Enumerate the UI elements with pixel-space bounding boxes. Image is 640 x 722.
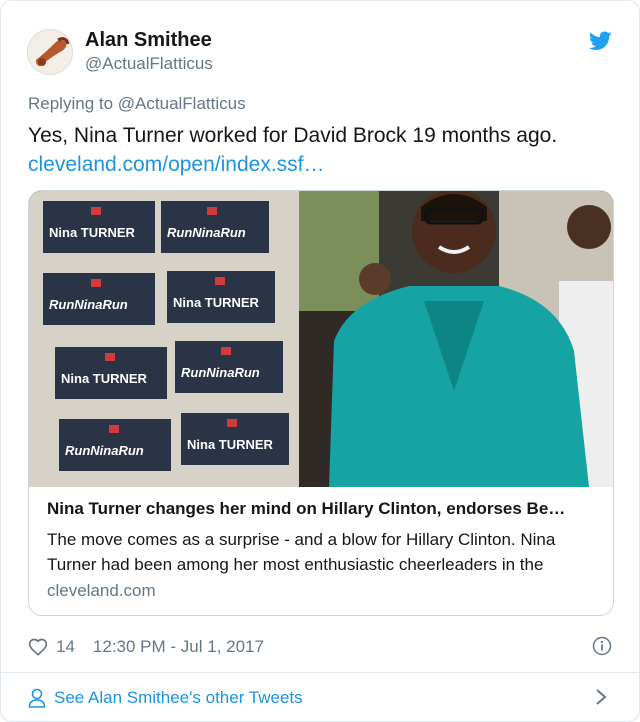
link-preview-card[interactable]: Nina TURNER RunNinaRun RunNinaRun Nina T… [28,190,614,616]
sign-text-7: RunNinaRun [65,443,144,458]
avatar-image [28,30,72,74]
tweet-meta: 14 12:30 PM - Jul 1, 2017 [28,634,264,660]
sign-text-8: Nina TURNER [187,437,274,452]
chevron-right-icon[interactable] [595,688,607,706]
timestamp-link[interactable]: 12:30 PM - Jul 1, 2017 [93,637,264,657]
person-icon [28,688,46,708]
heart-icon[interactable] [28,637,48,657]
tweet-url-link[interactable]: cleveland.com/open/index.ssf… [28,151,325,179]
sign-text-5: Nina TURNER [61,371,148,386]
replying-to-handle-link[interactable]: @ActualFlatticus [118,94,246,113]
sign-text-6: RunNinaRun [181,365,260,380]
replying-to-prefix: Replying to [28,94,114,113]
footer-divider [1,672,639,673]
sign-text-3: RunNinaRun [49,297,128,312]
other-tweets-label: See Alan Smithee's other Tweets [54,688,303,707]
sign-text-2: RunNinaRun [167,225,246,240]
replying-to: Replying to @ActualFlatticus [28,94,246,114]
card-domain: cleveland.com [47,581,156,600]
card-image: Nina TURNER RunNinaRun RunNinaRun Nina T… [29,191,613,487]
card-description: The move comes as a surprise - and a blo… [47,530,556,574]
card-title: Nina Turner changes her mind on Hillary … [47,499,566,518]
embedded-tweet: Alan Smithee @ActualFlatticus Replying t… [0,0,640,722]
tweet-text: Yes, Nina Turner worked for David Brock … [28,124,558,147]
info-icon[interactable] [592,636,612,656]
author-display-name[interactable]: Alan Smithee [85,29,212,52]
author-handle[interactable]: @ActualFlatticus [85,54,213,74]
like-count: 14 [56,637,75,656]
sign-text-4: Nina TURNER [173,295,260,310]
other-tweets-link[interactable]: See Alan Smithee's other Tweets [28,684,303,712]
avatar[interactable] [27,29,73,75]
twitter-bird-icon[interactable] [589,31,612,51]
sign-text-1: Nina TURNER [49,225,136,240]
